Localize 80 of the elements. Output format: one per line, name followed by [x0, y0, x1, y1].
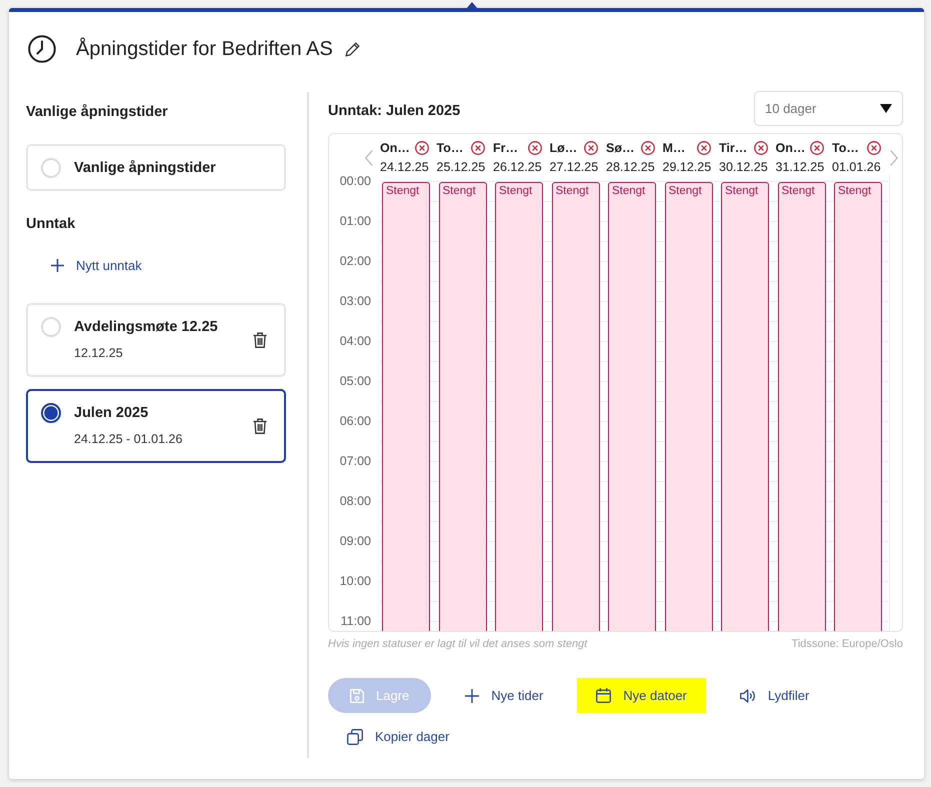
trash-icon[interactable] — [253, 418, 267, 434]
close-icon[interactable] — [640, 141, 654, 155]
day-date: 31.12.25 — [776, 159, 824, 175]
time-label: 07:00 — [338, 455, 371, 467]
closed-time-block[interactable]: Stengt — [382, 182, 430, 631]
section-heading: Unntak — [26, 215, 76, 234]
calendar-icon — [596, 688, 612, 703]
day-date: 30.12.25 — [719, 159, 768, 175]
option-label: Vanlige åpningstider — [74, 160, 216, 176]
new-times-button[interactable]: Nye tider — [446, 678, 562, 713]
new-dates-button[interactable]: Nye datoer — [577, 678, 706, 713]
time-label: 01:00 — [338, 215, 371, 227]
time-label: 09:00 — [338, 535, 371, 547]
close-icon[interactable] — [866, 141, 880, 155]
time-label: 03:00 — [338, 295, 371, 307]
closed-time-block[interactable]: Stengt — [495, 182, 543, 631]
day-date: 24.12.25 — [380, 159, 428, 175]
close-icon[interactable] — [754, 141, 768, 155]
exception-dates: 12.12.25 — [74, 345, 124, 362]
option-card[interactable]: Vanlige åpningstider — [26, 144, 286, 191]
save-icon — [350, 688, 364, 702]
closed-time-block[interactable]: Stengt — [552, 182, 600, 631]
day-name: M… — [662, 141, 686, 155]
plus-icon — [51, 258, 64, 272]
time-label: 06:00 — [338, 415, 371, 427]
closed-time-block[interactable]: Stengt — [438, 182, 486, 631]
section-heading: Vanlige åpningstider — [26, 103, 169, 122]
day-date: 01.01.26 — [832, 159, 880, 175]
day-date: 26.12.25 — [493, 159, 542, 175]
time-label: 05:00 — [338, 375, 371, 387]
day-name: On… — [776, 141, 806, 155]
closed-time-block[interactable]: Stengt — [721, 182, 769, 631]
audio-files-button[interactable]: Lydfiler — [720, 678, 828, 713]
exception-name: Julen 2025 — [74, 404, 150, 423]
day-date: 29.12.25 — [662, 159, 711, 175]
time-label: 08:00 — [338, 495, 371, 507]
day-name: To… — [436, 141, 464, 155]
closed-time-block[interactable]: Stengt — [608, 182, 656, 631]
day-name: On… — [380, 141, 410, 155]
time-label: 00:00 — [338, 175, 371, 187]
closed-time-block[interactable]: Stengt — [664, 182, 712, 631]
radio-button[interactable] — [41, 403, 61, 423]
hint-text: Hvis ingen statuser er lagt til vil det anses som stengt — [328, 638, 588, 650]
exception-name: Avdelingsmøte 12.25 — [74, 318, 219, 337]
day-date: 28.12.25 — [606, 159, 654, 175]
caret-down-icon — [880, 104, 892, 113]
page-title: Åpningstider for Bedriften AS — [76, 36, 333, 62]
copy-days-button[interactable]: Kopier dager — [328, 719, 468, 754]
day-name: Lø… — [550, 141, 578, 155]
timezone-text: Tidssone: Europe/Oslo — [792, 638, 903, 650]
close-icon[interactable] — [810, 141, 824, 155]
day-name: Fr… — [493, 141, 518, 155]
time-label: 10:00 — [338, 575, 371, 587]
schedule-title: Unntak: Julen 2025 — [328, 102, 460, 121]
time-label: 11:00 — [340, 615, 371, 627]
clock-icon — [28, 35, 56, 63]
trash-icon[interactable] — [253, 332, 267, 348]
day-name: Sø… — [606, 141, 634, 155]
exception-card[interactable]: Avdelingsmøte 12.25 12.12.25 — [26, 303, 286, 377]
closed-time-block[interactable]: Stengt — [778, 182, 826, 631]
exception-card[interactable]: Julen 2025 24.12.25 - 01.01.26 — [26, 389, 286, 463]
day-date: 27.12.25 — [550, 159, 598, 175]
plus-icon — [465, 688, 480, 702]
day-date: 25.12.25 — [436, 159, 485, 175]
close-icon[interactable] — [697, 141, 711, 155]
closed-time-block[interactable]: Stengt — [834, 182, 882, 631]
day-name: To… — [832, 141, 859, 155]
exception-dates: 24.12.25 - 01.01.26 — [74, 431, 184, 448]
pencil-icon[interactable] — [344, 41, 361, 57]
time-label: 02:00 — [338, 255, 371, 267]
time-label: 04:00 — [338, 335, 371, 347]
range-select[interactable]: 10 dager — [754, 91, 903, 126]
day-name: Tir… — [719, 141, 748, 155]
copy-icon — [347, 728, 363, 744]
add-exception-button[interactable]: Nytt unntak — [26, 250, 142, 280]
close-icon[interactable] — [584, 141, 598, 155]
close-icon[interactable] — [414, 141, 428, 155]
speaker-icon — [740, 688, 756, 702]
close-icon[interactable] — [471, 141, 485, 155]
close-icon[interactable] — [528, 141, 542, 155]
